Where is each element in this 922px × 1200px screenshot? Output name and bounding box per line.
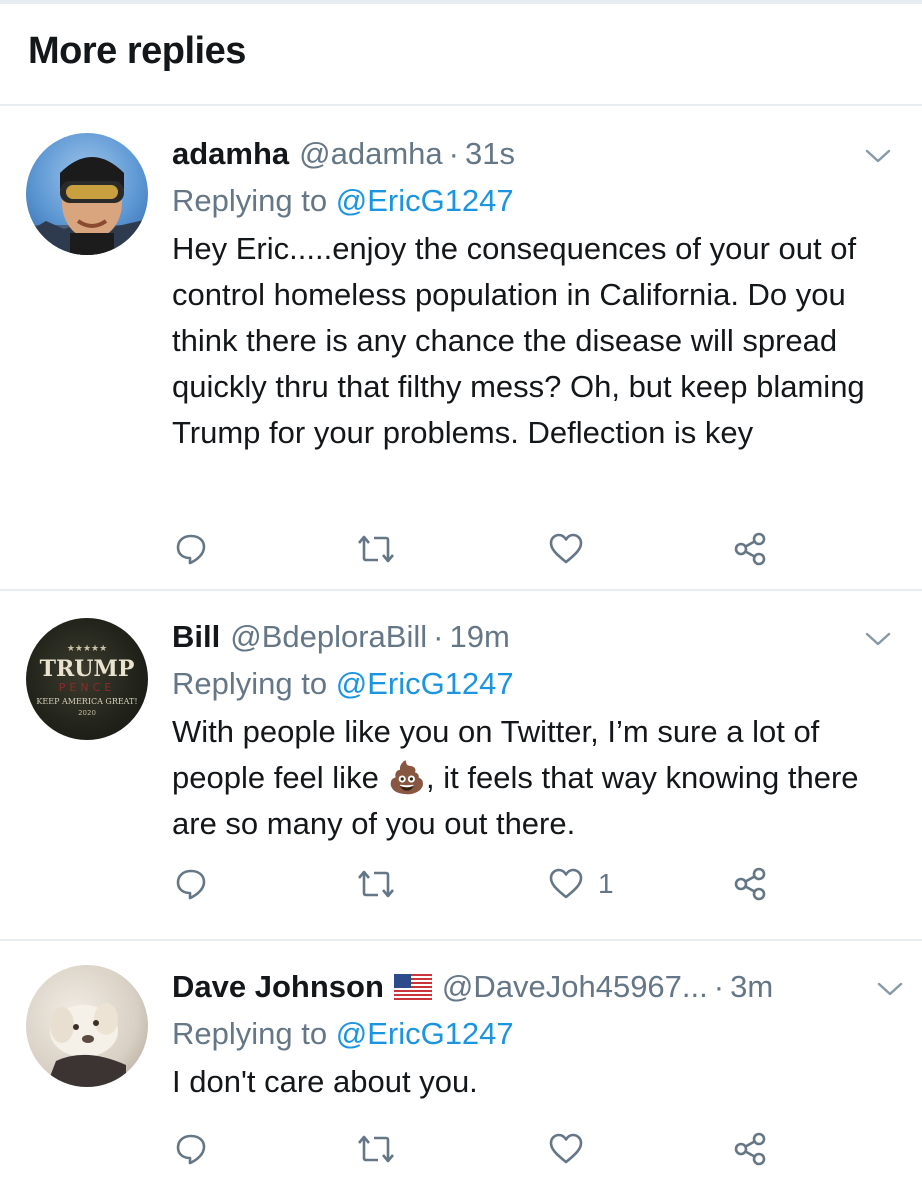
- user-handle[interactable]: @adamha: [299, 130, 443, 178]
- tweet-body: Dave Johnson @DaveJoh45967... · 3m Reply…: [172, 963, 903, 1105]
- reply-tweet[interactable]: ★★★★★ TRUMP PENCE KEEP AMERICA GREAT! 20…: [0, 591, 922, 941]
- separator-dot: ·: [713, 969, 725, 1004]
- tweet-header: Dave Johnson @DaveJoh45967... · 3m: [172, 963, 896, 1011]
- reply-button[interactable]: [174, 1124, 208, 1174]
- tweet-header: Bill @BdeploraBill · 19m: [172, 613, 896, 661]
- replying-to-line: Replying to @EricG1247: [172, 178, 896, 224]
- tweet-body: Bill @BdeploraBill · 19m Replying to @Er…: [172, 613, 896, 847]
- tweet-text: With people like you on Twitter, I’m sur…: [172, 709, 896, 847]
- chevron-down-icon[interactable]: [862, 140, 894, 172]
- share-button[interactable]: [732, 524, 768, 574]
- replying-to-line: Replying to @EricG1247: [172, 1011, 896, 1057]
- mention-link[interactable]: @EricG1247: [336, 666, 514, 701]
- share-button[interactable]: [732, 1124, 768, 1174]
- user-handle[interactable]: @BdeploraBill: [230, 613, 427, 661]
- timestamp[interactable]: 3m: [730, 963, 773, 1011]
- avatar-photo: [26, 157, 148, 255]
- like-icon: [549, 1133, 583, 1164]
- reply-tweet[interactable]: Dave Johnson @DaveJoh45967... · 3m Reply…: [0, 941, 922, 1200]
- like-icon: [549, 868, 583, 899]
- reply-icon: [176, 869, 206, 900]
- tweet-text: I don't care about you.: [172, 1064, 478, 1099]
- action-bar: 1: [172, 859, 922, 909]
- reply-button[interactable]: [174, 524, 208, 574]
- like-button[interactable]: [548, 1124, 598, 1174]
- tweet-text: Hey Eric.....enjoy the consequences of y…: [172, 231, 865, 450]
- retweet-icon: [358, 1135, 394, 1163]
- display-name[interactable]: Dave Johnson: [172, 963, 384, 1011]
- display-name[interactable]: adamha: [172, 130, 289, 178]
- replies-screen: More replies adamha @adamha · 31s Replyi…: [0, 0, 922, 1200]
- avatar-photo: [46, 1003, 126, 1087]
- mention-link[interactable]: @EricG1247: [336, 183, 514, 218]
- like-count: 1: [598, 868, 614, 899]
- action-bar: [172, 1124, 922, 1174]
- reply-button[interactable]: [174, 859, 208, 909]
- retweet-icon: [358, 870, 394, 898]
- reply-icon: [176, 534, 206, 565]
- reply-icon: [176, 1134, 206, 1165]
- user-handle[interactable]: @DaveJoh45967...: [442, 963, 708, 1011]
- separator-dot: ·: [448, 136, 459, 171]
- avatar-line3: KEEP AMERICA GREAT!: [36, 697, 137, 706]
- tweet-body: adamha @adamha · 31s Replying to @EricG1…: [172, 130, 896, 456]
- replying-to-prefix: Replying to: [172, 183, 336, 218]
- mention-link[interactable]: @EricG1247: [336, 1016, 514, 1051]
- avatar-line1: TRUMP: [40, 656, 135, 682]
- retweet-button[interactable]: [356, 859, 396, 909]
- like-icon: [549, 533, 583, 564]
- retweet-button[interactable]: [356, 1124, 396, 1174]
- section-title: More replies: [28, 29, 246, 72]
- share-icon: [734, 1132, 766, 1166]
- reply-tweet[interactable]: adamha @adamha · 31s Replying to @EricG1…: [0, 106, 922, 591]
- separator-dot: ·: [433, 619, 444, 654]
- retweet-icon: [358, 535, 394, 563]
- share-icon: [734, 867, 766, 901]
- avatar-stars: ★★★★★: [67, 644, 107, 654]
- avatar[interactable]: ★★★★★ TRUMP PENCE KEEP AMERICA GREAT! 20…: [26, 618, 148, 740]
- section-header: More replies: [0, 4, 922, 106]
- like-button[interactable]: [548, 524, 598, 574]
- share-icon: [734, 532, 766, 566]
- replying-to-line: Replying to @EricG1247: [172, 661, 896, 707]
- us-flag-icon: [393, 974, 432, 1000]
- chevron-down-icon[interactable]: [862, 623, 894, 655]
- avatar-line4: 2020: [78, 709, 96, 717]
- timestamp[interactable]: 19m: [449, 613, 509, 661]
- avatar[interactable]: [26, 133, 148, 255]
- share-button[interactable]: [732, 859, 768, 909]
- retweet-button[interactable]: [356, 524, 396, 574]
- avatar-line2: PENCE: [59, 681, 115, 694]
- chevron-down-icon[interactable]: [874, 973, 906, 1005]
- poop-emoji: 💩: [387, 760, 427, 795]
- replying-to-prefix: Replying to: [172, 1016, 336, 1051]
- avatar[interactable]: [26, 965, 148, 1087]
- timestamp[interactable]: 31s: [465, 130, 515, 178]
- replying-to-prefix: Replying to: [172, 666, 336, 701]
- avatar-photo: ★★★★★ TRUMP PENCE KEEP AMERICA GREAT! 20…: [36, 644, 137, 717]
- like-button[interactable]: 1: [548, 859, 614, 909]
- action-bar: [172, 524, 922, 574]
- display-name[interactable]: Bill: [172, 613, 220, 661]
- tweet-header: adamha @adamha · 31s: [172, 130, 896, 178]
